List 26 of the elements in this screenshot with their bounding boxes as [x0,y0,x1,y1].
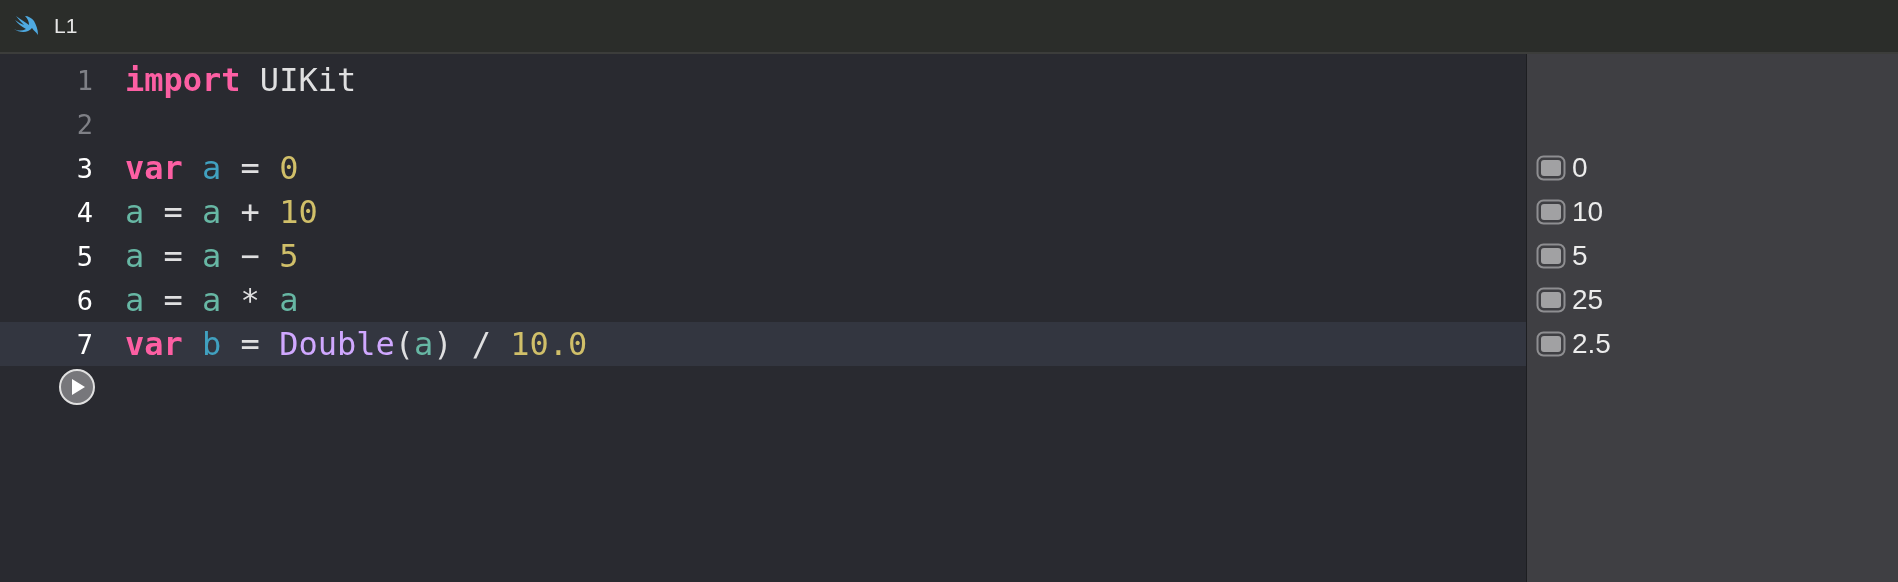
swift-bird-icon [12,15,40,37]
result-value: 2.5 [1572,328,1611,360]
run-button[interactable] [58,368,96,406]
line-number: 3 [75,152,93,184]
result-value: 0 [1572,152,1588,184]
code-line: var b = Double(a) / 10.0 [125,325,588,363]
line-number: 5 [75,240,93,272]
quick-look-icon[interactable] [1536,243,1566,269]
result-value: 25 [1572,284,1604,316]
result-value: 5 [1572,240,1588,272]
line-number: 7 [75,328,93,360]
quick-look-icon[interactable] [1536,287,1566,313]
quick-look-icon[interactable] [1536,199,1566,225]
code-line: import UIKit [125,61,357,99]
file-title: L1 [54,14,78,38]
code-line: a = a + 10 [125,193,318,231]
line-number: 2 [75,108,93,140]
code-line: a = a − 5 [125,237,299,275]
quick-look-icon[interactable] [1536,331,1566,357]
code-line: var a = 0 [125,149,299,187]
result-value: 10 [1572,196,1604,228]
line-number: 4 [75,196,93,228]
line-number: 6 [75,284,93,316]
quick-look-icon[interactable] [1536,155,1566,181]
code-line: a = a * a [125,281,299,319]
line-number: 1 [75,64,93,96]
